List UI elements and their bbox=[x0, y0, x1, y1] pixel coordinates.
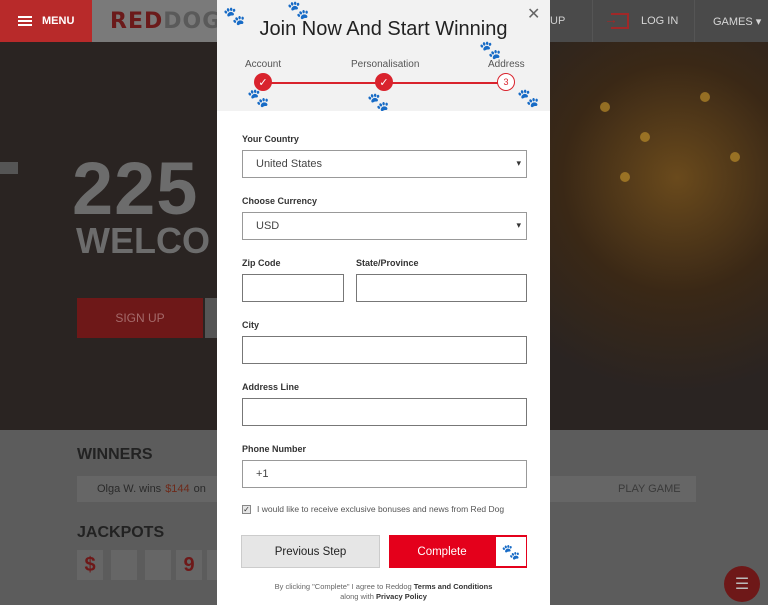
menu-label: MENU bbox=[42, 15, 75, 27]
paw-pattern-icon: 🐾 bbox=[247, 88, 270, 108]
jackpot-digit bbox=[145, 550, 171, 580]
menu-button[interactable]: MENU bbox=[0, 0, 92, 42]
state-label: State/Province bbox=[356, 258, 419, 268]
coin-decoration bbox=[640, 132, 650, 142]
complete-label: Complete bbox=[417, 545, 467, 558]
winner-suffix: on bbox=[193, 483, 206, 495]
winner-name: Olga W. wins bbox=[97, 483, 162, 495]
currency-select[interactable]: USD bbox=[242, 212, 527, 240]
coin-decoration bbox=[700, 92, 710, 102]
jackpot-digit: $ bbox=[77, 550, 103, 580]
hero-subheadline: WELCO bbox=[76, 220, 210, 261]
phone-label: Phone Number bbox=[242, 444, 307, 454]
newsletter-checkbox[interactable]: ✓ bbox=[242, 504, 251, 514]
login-nav-button[interactable]: LOG IN bbox=[592, 0, 694, 42]
hamburger-icon bbox=[18, 16, 32, 26]
games-nav-label: GAMES ▾ bbox=[713, 15, 762, 28]
chat-icon[interactable]: ☰ bbox=[724, 566, 760, 602]
zip-input[interactable] bbox=[242, 274, 344, 302]
newsletter-checkbox-label: I would like to receive exclusive bonuse… bbox=[257, 504, 505, 514]
jackpots-heading: JACKPOTS bbox=[77, 524, 165, 541]
winner-ticker: Olga W. wins $144 on bbox=[77, 476, 217, 502]
address-input[interactable] bbox=[242, 398, 527, 426]
step-check-icon: ✓ bbox=[375, 73, 393, 91]
logo-text: REDDOG bbox=[110, 9, 221, 34]
terms-link[interactable]: Terms and Conditions bbox=[414, 582, 493, 591]
winners-heading: WINNERS bbox=[77, 446, 153, 463]
legal-text: By clicking "Complete" I agree to Reddog… bbox=[217, 582, 550, 602]
play-game-label: PLAY GAME bbox=[618, 483, 681, 495]
phone-input[interactable]: +1 bbox=[242, 460, 527, 488]
play-game-button[interactable]: PLAY GAME bbox=[550, 476, 696, 502]
zip-label: Zip Code bbox=[242, 258, 281, 268]
step-label-address: Address bbox=[488, 59, 525, 70]
jackpot-digit bbox=[111, 550, 137, 580]
login-icon bbox=[604, 11, 629, 29]
previous-step-button[interactable]: Previous Step bbox=[241, 535, 380, 568]
phone-value: +1 bbox=[256, 468, 269, 480]
logo[interactable]: REDDOG bbox=[92, 0, 222, 42]
hero-tag bbox=[0, 162, 18, 174]
coin-decoration bbox=[730, 152, 740, 162]
logo-dog: DOG bbox=[163, 8, 222, 34]
legal-line1: By clicking "Complete" I agree to Reddog bbox=[274, 582, 412, 591]
city-label: City bbox=[242, 320, 260, 330]
paw-pattern-icon: 🐾 bbox=[479, 40, 502, 60]
paw-pattern-icon: 🐾 bbox=[367, 92, 390, 111]
winner-amount: $144 bbox=[165, 483, 190, 495]
country-label: Your Country bbox=[242, 134, 299, 144]
logo-red: RED bbox=[110, 8, 164, 34]
newsletter-checkbox-row[interactable]: ✓ I would like to receive exclusive bonu… bbox=[242, 504, 504, 514]
hero-image bbox=[540, 42, 768, 430]
currency-label: Choose Currency bbox=[242, 196, 318, 206]
signup-nav-label: UP bbox=[550, 15, 566, 27]
signup-modal: 🐾 🐾 🐾 🐾 🐾 🐾 ✕ Join Now And Start Winning… bbox=[217, 0, 550, 605]
jackpot-digit: 9 bbox=[176, 550, 202, 580]
hero-headline: 225 bbox=[72, 147, 199, 230]
coin-decoration bbox=[620, 172, 630, 182]
complete-button[interactable]: Complete 🐾 bbox=[389, 535, 527, 568]
previous-step-label: Previous Step bbox=[274, 545, 347, 558]
legal-line2: along with bbox=[340, 592, 374, 601]
state-input[interactable] bbox=[356, 274, 527, 302]
privacy-link[interactable]: Privacy Policy bbox=[376, 592, 427, 601]
modal-header: 🐾 🐾 🐾 🐾 🐾 🐾 ✕ Join Now And Start Winning… bbox=[217, 0, 550, 111]
paw-icon: 🐾 bbox=[496, 537, 526, 566]
jackpot-digit bbox=[207, 550, 217, 580]
coin-decoration bbox=[600, 102, 610, 112]
address-label: Address Line bbox=[242, 382, 300, 392]
currency-value: USD bbox=[256, 220, 280, 232]
games-nav-button[interactable]: GAMES ▾ bbox=[694, 0, 768, 42]
step-label-account: Account bbox=[245, 59, 282, 70]
country-value: United States bbox=[256, 158, 323, 170]
login-nav-label: LOG IN bbox=[641, 15, 679, 27]
step-check-icon: ✓ bbox=[254, 73, 272, 91]
country-select[interactable]: United States bbox=[242, 150, 527, 178]
city-input[interactable] bbox=[242, 336, 527, 364]
signup-nav-button[interactable]: UP bbox=[550, 0, 590, 42]
step-label-personalisation: Personalisation bbox=[351, 59, 420, 70]
modal-title: Join Now And Start Winning bbox=[259, 18, 508, 40]
hero-signup-button[interactable]: SIGN UP bbox=[77, 298, 203, 338]
paw-pattern-icon: 🐾 bbox=[517, 88, 540, 108]
step-current-indicator: 3 bbox=[497, 73, 515, 91]
